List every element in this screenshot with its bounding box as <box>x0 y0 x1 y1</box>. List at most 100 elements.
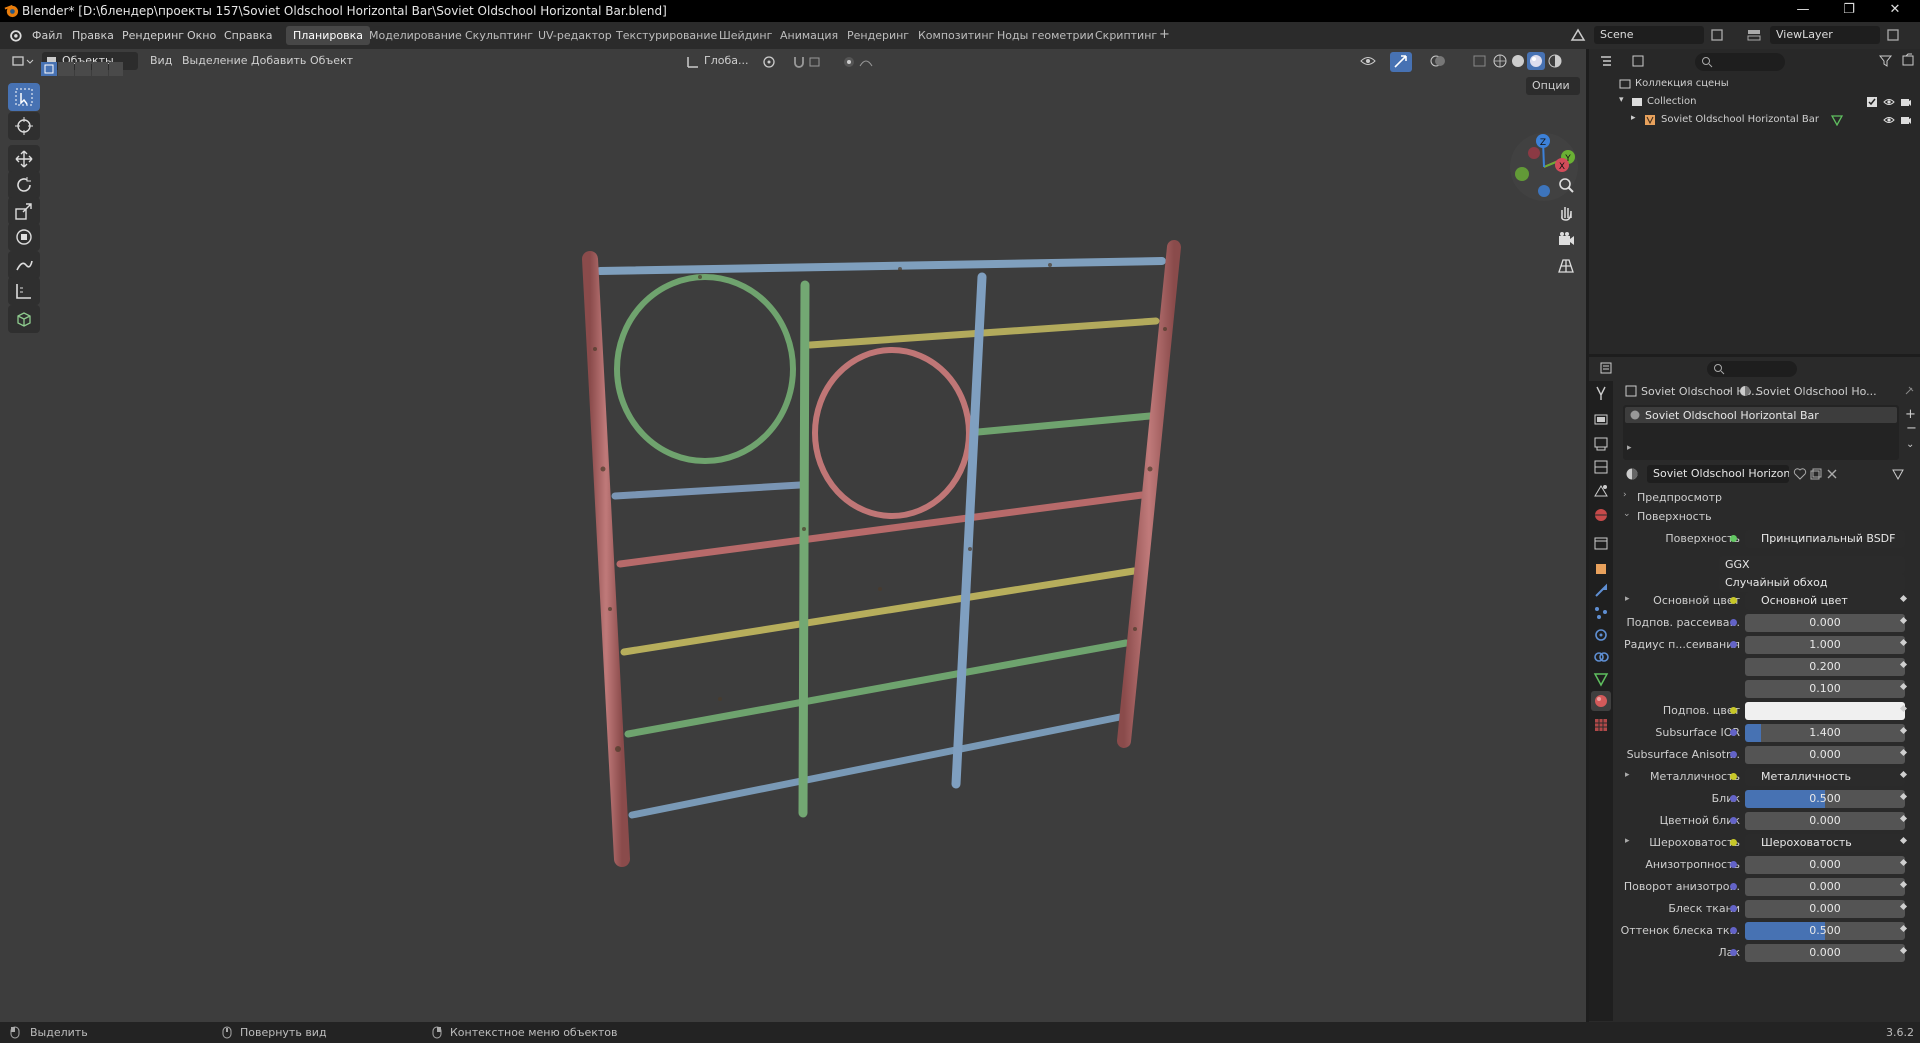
value-slider[interactable]: 0.000 <box>1745 614 1905 632</box>
menu-edit[interactable]: Правка <box>72 29 114 42</box>
value-slider[interactable]: 0.000 <box>1745 746 1905 764</box>
tab-scene[interactable] <box>1591 481 1611 501</box>
value-slider[interactable]: 0.500 <box>1745 922 1905 940</box>
expand-input-icon[interactable]: ▸ <box>1625 770 1630 780</box>
expand-input-icon[interactable]: ▸ <box>1625 594 1630 604</box>
tab-sculpting[interactable]: Скульптинг <box>458 26 540 45</box>
input-socket-icon[interactable] <box>1730 619 1737 626</box>
input-socket-icon[interactable] <box>1730 773 1737 780</box>
filter-icon[interactable] <box>1879 54 1899 68</box>
value-slider[interactable]: 0.000 <box>1745 944 1905 962</box>
input-socket-icon[interactable] <box>1730 839 1737 846</box>
eye-icon[interactable] <box>1883 96 1895 108</box>
exclude-checkbox-icon[interactable] <box>1866 96 1878 108</box>
tab-output[interactable] <box>1591 433 1611 453</box>
material-browse-icon[interactable] <box>1625 467 1645 481</box>
value-slider[interactable]: 0.200 <box>1745 658 1905 676</box>
outliner-editor-icon[interactable] <box>1599 54 1623 68</box>
minimize-button[interactable]: — <box>1780 2 1826 20</box>
tab-world[interactable] <box>1591 505 1611 525</box>
linked-input-field[interactable]: Основной цвет <box>1745 592 1905 610</box>
tab-animation[interactable]: Анимация <box>773 26 845 45</box>
tab-layout[interactable]: Планировка <box>286 26 370 45</box>
view-layer-icon[interactable] <box>1746 28 1762 42</box>
view-layer-field[interactable]: ViewLayer <box>1770 26 1880 44</box>
input-socket-icon[interactable] <box>1730 597 1737 604</box>
value-slider[interactable]: 0.100 <box>1745 680 1905 698</box>
tab-shading[interactable]: Шейдинг <box>712 26 779 45</box>
tab-modeling[interactable]: Моделирование <box>362 26 469 45</box>
menu-render[interactable]: Рендеринг <box>122 29 184 42</box>
value-slider[interactable]: 1.400 <box>1745 724 1905 742</box>
tree-row-scene-collection[interactable]: Коллекция сцены <box>1589 75 1920 93</box>
input-socket-icon[interactable] <box>1730 751 1737 758</box>
tab-compositing[interactable]: Композитинг <box>911 26 1001 45</box>
horizontal-bar-model[interactable] <box>0 49 1586 1022</box>
link-mode-icon[interactable] <box>1891 467 1909 481</box>
panel-preview-header[interactable]: › Предпросмотр <box>1617 488 1920 506</box>
linked-input-field[interactable]: Шероховатость <box>1745 834 1905 852</box>
new-scene-icon[interactable] <box>1710 28 1724 42</box>
pin-icon[interactable] <box>1903 385 1915 397</box>
expand-input-icon[interactable]: ▸ <box>1625 836 1630 846</box>
object-camera-render-icon[interactable] <box>1900 114 1912 126</box>
input-socket-icon[interactable] <box>1730 795 1737 802</box>
mesh-data-icon[interactable] <box>1831 114 1843 126</box>
new-view-layer-icon[interactable] <box>1886 28 1900 42</box>
display-mode-icon[interactable] <box>1631 54 1653 68</box>
menu-help[interactable]: Справка <box>224 29 272 42</box>
tab-collection[interactable] <box>1591 533 1611 553</box>
add-slot-icon[interactable]: + <box>1905 407 1916 422</box>
expand-object-icon[interactable]: ▸ <box>1631 113 1636 123</box>
maximize-button[interactable]: ❐ <box>1826 2 1872 20</box>
properties-editor-icon[interactable] <box>1599 361 1623 375</box>
input-socket-icon[interactable] <box>1730 817 1737 824</box>
blender-menu-icon[interactable] <box>8 28 22 42</box>
unlink-material-icon[interactable] <box>1825 467 1839 481</box>
scene-icon[interactable] <box>1570 28 1586 42</box>
value-slider[interactable]: 0.500 <box>1745 790 1905 808</box>
input-socket-icon[interactable] <box>1730 927 1737 934</box>
panel-surface-header[interactable]: ⌄ Поверхность <box>1617 507 1920 525</box>
tab-view-layer[interactable] <box>1591 457 1611 477</box>
add-workspace-button[interactable]: + <box>1152 26 1177 45</box>
expand-collection-icon[interactable]: ▾ <box>1619 95 1624 105</box>
tree-row-collection[interactable]: ▾ Collection <box>1589 93 1920 111</box>
fake-user-icon[interactable] <box>1793 467 1807 481</box>
slot-expand-icon[interactable]: ▸ <box>1627 443 1632 453</box>
input-socket-icon[interactable] <box>1730 729 1737 736</box>
color-swatch[interactable] <box>1745 702 1905 720</box>
input-socket-icon[interactable] <box>1730 861 1737 868</box>
tab-object[interactable] <box>1591 559 1611 579</box>
camera-render-icon[interactable] <box>1900 96 1912 108</box>
tab-tool[interactable] <box>1591 383 1611 403</box>
material-name-field[interactable]: Soviet Oldschool Horizontal Bar <box>1647 465 1789 483</box>
tab-texture-paint[interactable]: Текстурирование <box>609 26 724 45</box>
properties-search-input[interactable] <box>1707 361 1797 377</box>
3d-viewport[interactable]: Объекты Вид Выделение Добавить Объект Гл… <box>0 49 1586 1022</box>
input-socket-icon[interactable] <box>1730 949 1737 956</box>
value-slider[interactable]: 1.000 <box>1745 636 1905 654</box>
value-slider[interactable]: 0.000 <box>1745 856 1905 874</box>
close-button[interactable]: ✕ <box>1872 2 1918 20</box>
menu-window[interactable]: Окно <box>187 29 216 42</box>
input-socket-icon[interactable] <box>1730 707 1737 714</box>
linked-input-field[interactable]: Металличность <box>1745 768 1905 786</box>
value-slider[interactable]: 0.000 <box>1745 878 1905 896</box>
remove-slot-icon[interactable]: − <box>1906 421 1917 436</box>
outliner-search-input[interactable] <box>1695 53 1785 71</box>
new-collection-icon[interactable] <box>1901 53 1915 67</box>
tree-row-object[interactable]: ▸ Soviet Oldschool Horizontal Bar <box>1589 111 1920 129</box>
tab-render[interactable] <box>1591 409 1611 429</box>
material-slot-row[interactable]: Soviet Oldschool Horizontal Bar <box>1625 407 1897 423</box>
surface-shader-field[interactable]: Принципиальный BSDF <box>1745 530 1905 548</box>
value-slider[interactable]: 0.000 <box>1745 812 1905 830</box>
input-socket-icon[interactable] <box>1730 883 1737 890</box>
tab-geometry-nodes[interactable]: Ноды геометрии <box>990 26 1101 45</box>
tab-rendering[interactable]: Рендеринг <box>840 26 916 45</box>
input-socket-icon[interactable] <box>1730 641 1737 648</box>
menu-file[interactable]: Файл <box>32 29 62 42</box>
surface-socket-icon[interactable] <box>1730 535 1737 542</box>
slot-menu-icon[interactable]: ⌄ <box>1906 439 1914 450</box>
input-socket-icon[interactable] <box>1730 905 1737 912</box>
